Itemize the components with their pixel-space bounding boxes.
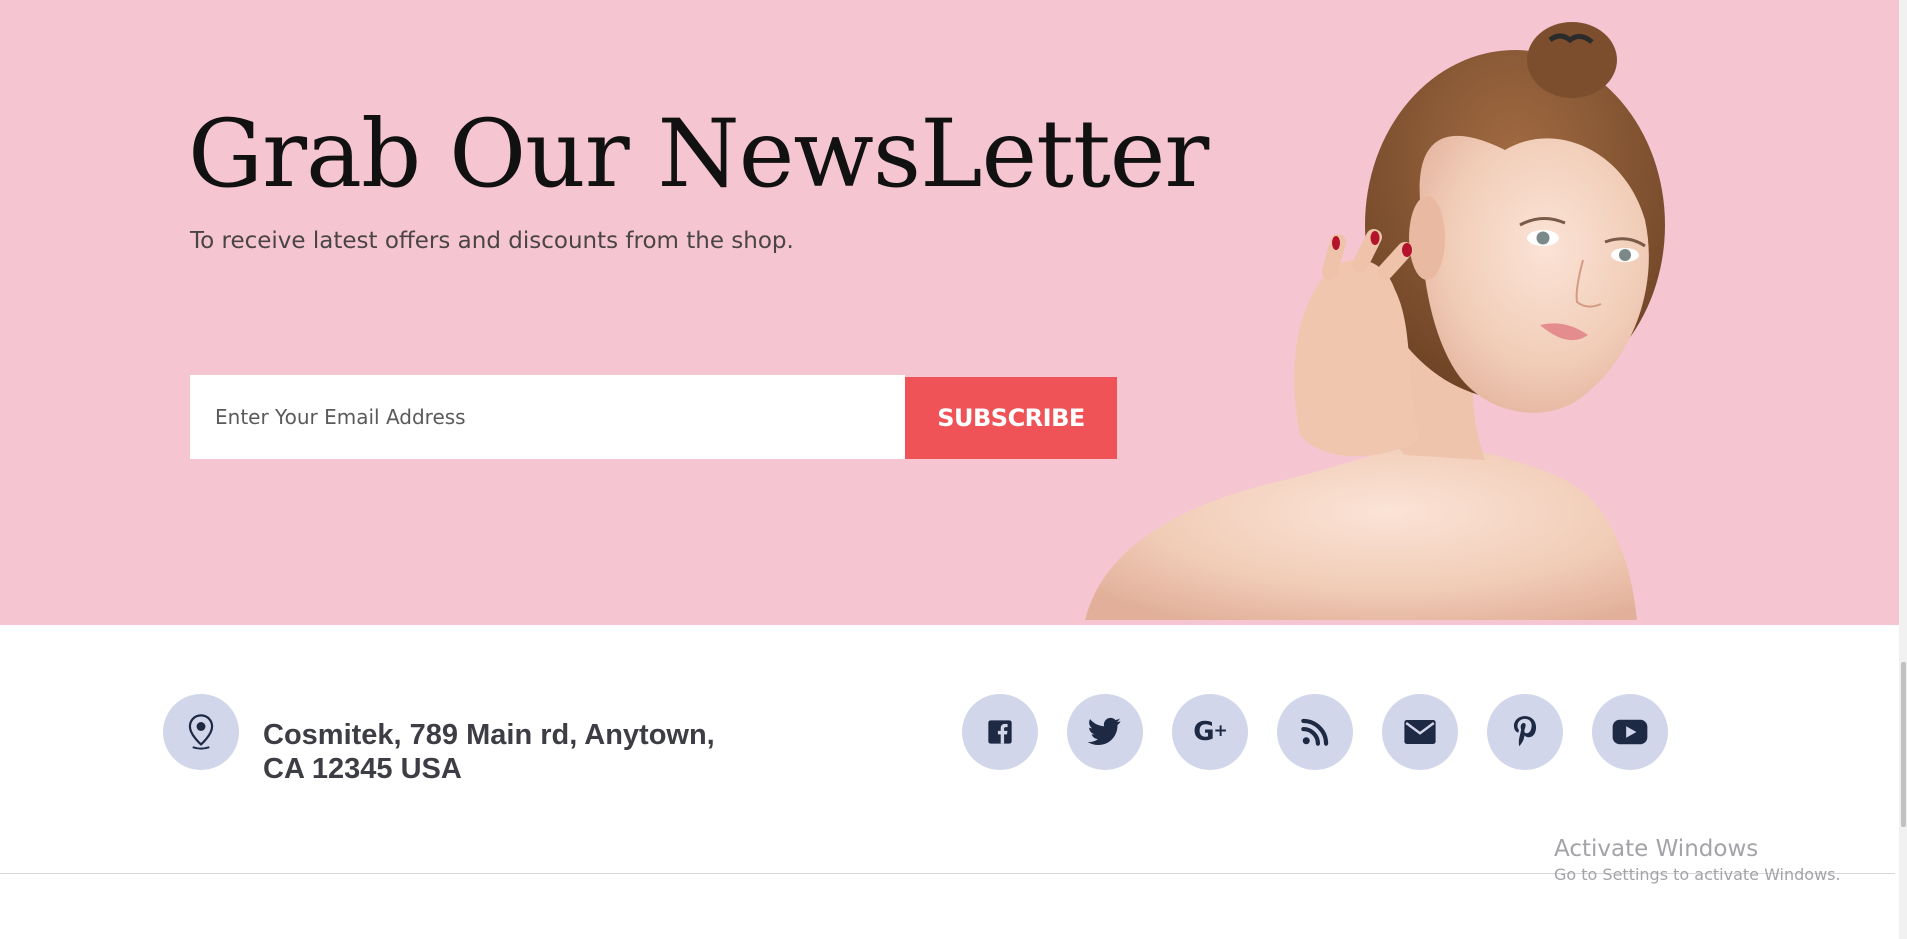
facebook-icon bbox=[988, 720, 1012, 744]
email-icon bbox=[1404, 720, 1436, 744]
watermark-subtitle: Go to Settings to activate Windows. bbox=[1554, 865, 1841, 884]
address-line-2: CA 12345 USA bbox=[263, 753, 462, 785]
page-scrollbar-thumb[interactable] bbox=[1901, 662, 1906, 827]
email-input[interactable] bbox=[190, 375, 905, 459]
pinterest-link[interactable] bbox=[1487, 694, 1563, 770]
google-plus-icon: G+ bbox=[1193, 717, 1228, 747]
newsletter-section: Grab Our NewsLetter To receive latest of… bbox=[0, 0, 1900, 625]
contact-address: Cosmitek, 789 Main rd, Anytown, CA 12345… bbox=[263, 718, 715, 786]
rss-icon bbox=[1301, 718, 1329, 746]
twitter-icon bbox=[1088, 717, 1121, 746]
twitter-link[interactable] bbox=[1067, 694, 1143, 770]
address-line-1: Cosmitek, 789 Main rd, Anytown, bbox=[263, 719, 715, 751]
email-link[interactable] bbox=[1382, 694, 1458, 770]
watermark-title: Activate Windows bbox=[1554, 836, 1759, 862]
rss-link[interactable] bbox=[1277, 694, 1353, 770]
google-plus-link[interactable]: G+ bbox=[1172, 694, 1248, 770]
youtube-link[interactable] bbox=[1592, 694, 1668, 770]
facebook-link[interactable] bbox=[962, 694, 1038, 770]
youtube-icon bbox=[1612, 719, 1648, 745]
model-portrait-image bbox=[1085, 22, 1665, 620]
location-circle bbox=[163, 694, 239, 770]
windows-activation-watermark: Activate Windows Go to Settings to activ… bbox=[1554, 834, 1841, 886]
newsletter-subheading: To receive latest offers and discounts f… bbox=[190, 228, 794, 254]
newsletter-heading: Grab Our NewsLetter bbox=[188, 100, 1209, 209]
pinterest-icon bbox=[1513, 716, 1537, 747]
location-pin-icon bbox=[188, 714, 214, 750]
